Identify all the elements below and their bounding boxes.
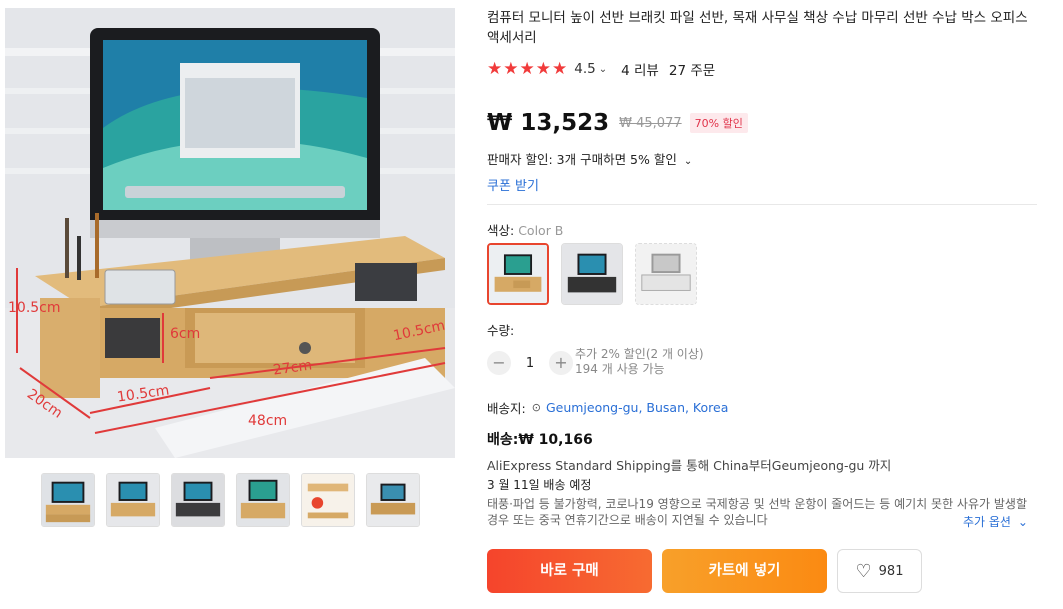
- star-icon: ★: [487, 59, 503, 79]
- get-coupon-link[interactable]: 쿠폰 받기: [487, 175, 539, 194]
- thumbnail[interactable]: [41, 473, 95, 527]
- chevron-down-icon: ⌄: [1017, 515, 1028, 529]
- seller-discount-text: 판매자 할인: 3개 구매하면 5% 할인: [487, 152, 677, 167]
- order-count: 27 주문: [668, 63, 716, 79]
- star-icon: ★: [503, 59, 519, 79]
- thumbnail[interactable]: [236, 473, 290, 527]
- quantity-stepper: − 1 +: [487, 350, 573, 376]
- color-swatch-b[interactable]: [487, 243, 549, 305]
- thumbnail[interactable]: [171, 473, 225, 527]
- add-to-cart-button[interactable]: 카트에 넣기: [662, 549, 827, 593]
- thumbnail[interactable]: [106, 473, 160, 527]
- ship-to-label: 배송지:: [487, 401, 526, 416]
- current-price: ₩ 13,523: [487, 110, 610, 136]
- divider: [487, 204, 1037, 205]
- shipping-method: AliExpress Standard Shipping를 통해 China부터…: [487, 458, 892, 473]
- product-main-image[interactable]: 10.5cm 6cm 10.5cm 27cm 10.5cm 20cm 48cm: [5, 8, 455, 458]
- price-row: ₩ 13,523 ₩ 45,077 70% 할인: [487, 106, 748, 140]
- shipping-fee: 배송:₩ 10,166: [487, 432, 593, 448]
- stock-available: 194 개 사용 가능: [575, 362, 665, 376]
- location-pin-icon: ⊙: [531, 401, 541, 414]
- star-icon: ★: [519, 59, 535, 79]
- wishlist-count: 981: [878, 563, 904, 579]
- rating-value[interactable]: 4.5: [574, 61, 595, 77]
- color-swatch-black[interactable]: [561, 243, 623, 305]
- thumbnail[interactable]: [301, 473, 355, 527]
- original-price: ₩ 45,077: [619, 115, 682, 131]
- color-label-text: 색상:: [487, 223, 515, 238]
- rating-stars: ★ ★ ★ ★ ★: [487, 59, 568, 79]
- review-count[interactable]: 4 리뷰: [621, 59, 659, 79]
- dimension-label: 48cm: [248, 413, 288, 429]
- chevron-down-icon[interactable]: ⌄: [599, 64, 607, 75]
- more-options-link[interactable]: 추가 옵션 ⌄: [963, 513, 1028, 530]
- quantity-minus-button[interactable]: −: [487, 351, 511, 375]
- heart-icon: ♡: [855, 560, 872, 582]
- seller-discount[interactable]: 판매자 할인: 3개 구매하면 5% 할인 ⌄: [487, 149, 692, 168]
- product-title: 컴퓨터 모니터 높이 선반 브래킷 파일 선반, 목재 사무실 책상 수납 마무…: [487, 10, 1028, 46]
- quantity-label: 수량:: [487, 323, 515, 338]
- discount-badge: 70% 할인: [689, 113, 748, 133]
- star-icon: ★: [552, 59, 568, 79]
- dimension-label: 10.5cm: [8, 300, 61, 316]
- shipping-notice: 태풍·파업 등 불가항력, 코로나19 영향으로 국제항공 및 선박 운항이 줄…: [487, 497, 1027, 527]
- thumbnail[interactable]: [366, 473, 420, 527]
- star-icon: ★: [535, 59, 551, 79]
- bulk-discount-note: 추가 2% 할인(2 개 이상): [575, 347, 704, 361]
- quantity-plus-button[interactable]: +: [549, 351, 573, 375]
- buy-now-button[interactable]: 바로 구매: [487, 549, 652, 593]
- ship-to-row: 배송지: ⊙ Geumjeong-gu, Busan, Korea: [487, 398, 728, 417]
- wishlist-button[interactable]: ♡ 981: [837, 549, 922, 593]
- more-options-label: 추가 옵션: [963, 515, 1011, 529]
- ship-to-location[interactable]: Geumjeong-gu, Busan, Korea: [546, 400, 728, 415]
- selected-color: Color B: [518, 223, 564, 238]
- color-label: 색상: Color B: [487, 220, 563, 239]
- monitor-stand-illustration: [5, 8, 455, 458]
- chevron-down-icon: ⌄: [683, 156, 693, 167]
- quantity-note: 추가 2% 할인(2 개 이상) 194 개 사용 가능: [575, 347, 704, 377]
- dimension-label: 6cm: [170, 326, 201, 342]
- delivery-date: 3 월 11일 배송 예정: [487, 478, 592, 492]
- color-swatch-white[interactable]: [635, 243, 697, 305]
- quantity-input[interactable]: 1: [511, 356, 549, 371]
- rating-row: ★ ★ ★ ★ ★ 4.5 ⌄ 4 리뷰 27 주문: [487, 58, 715, 80]
